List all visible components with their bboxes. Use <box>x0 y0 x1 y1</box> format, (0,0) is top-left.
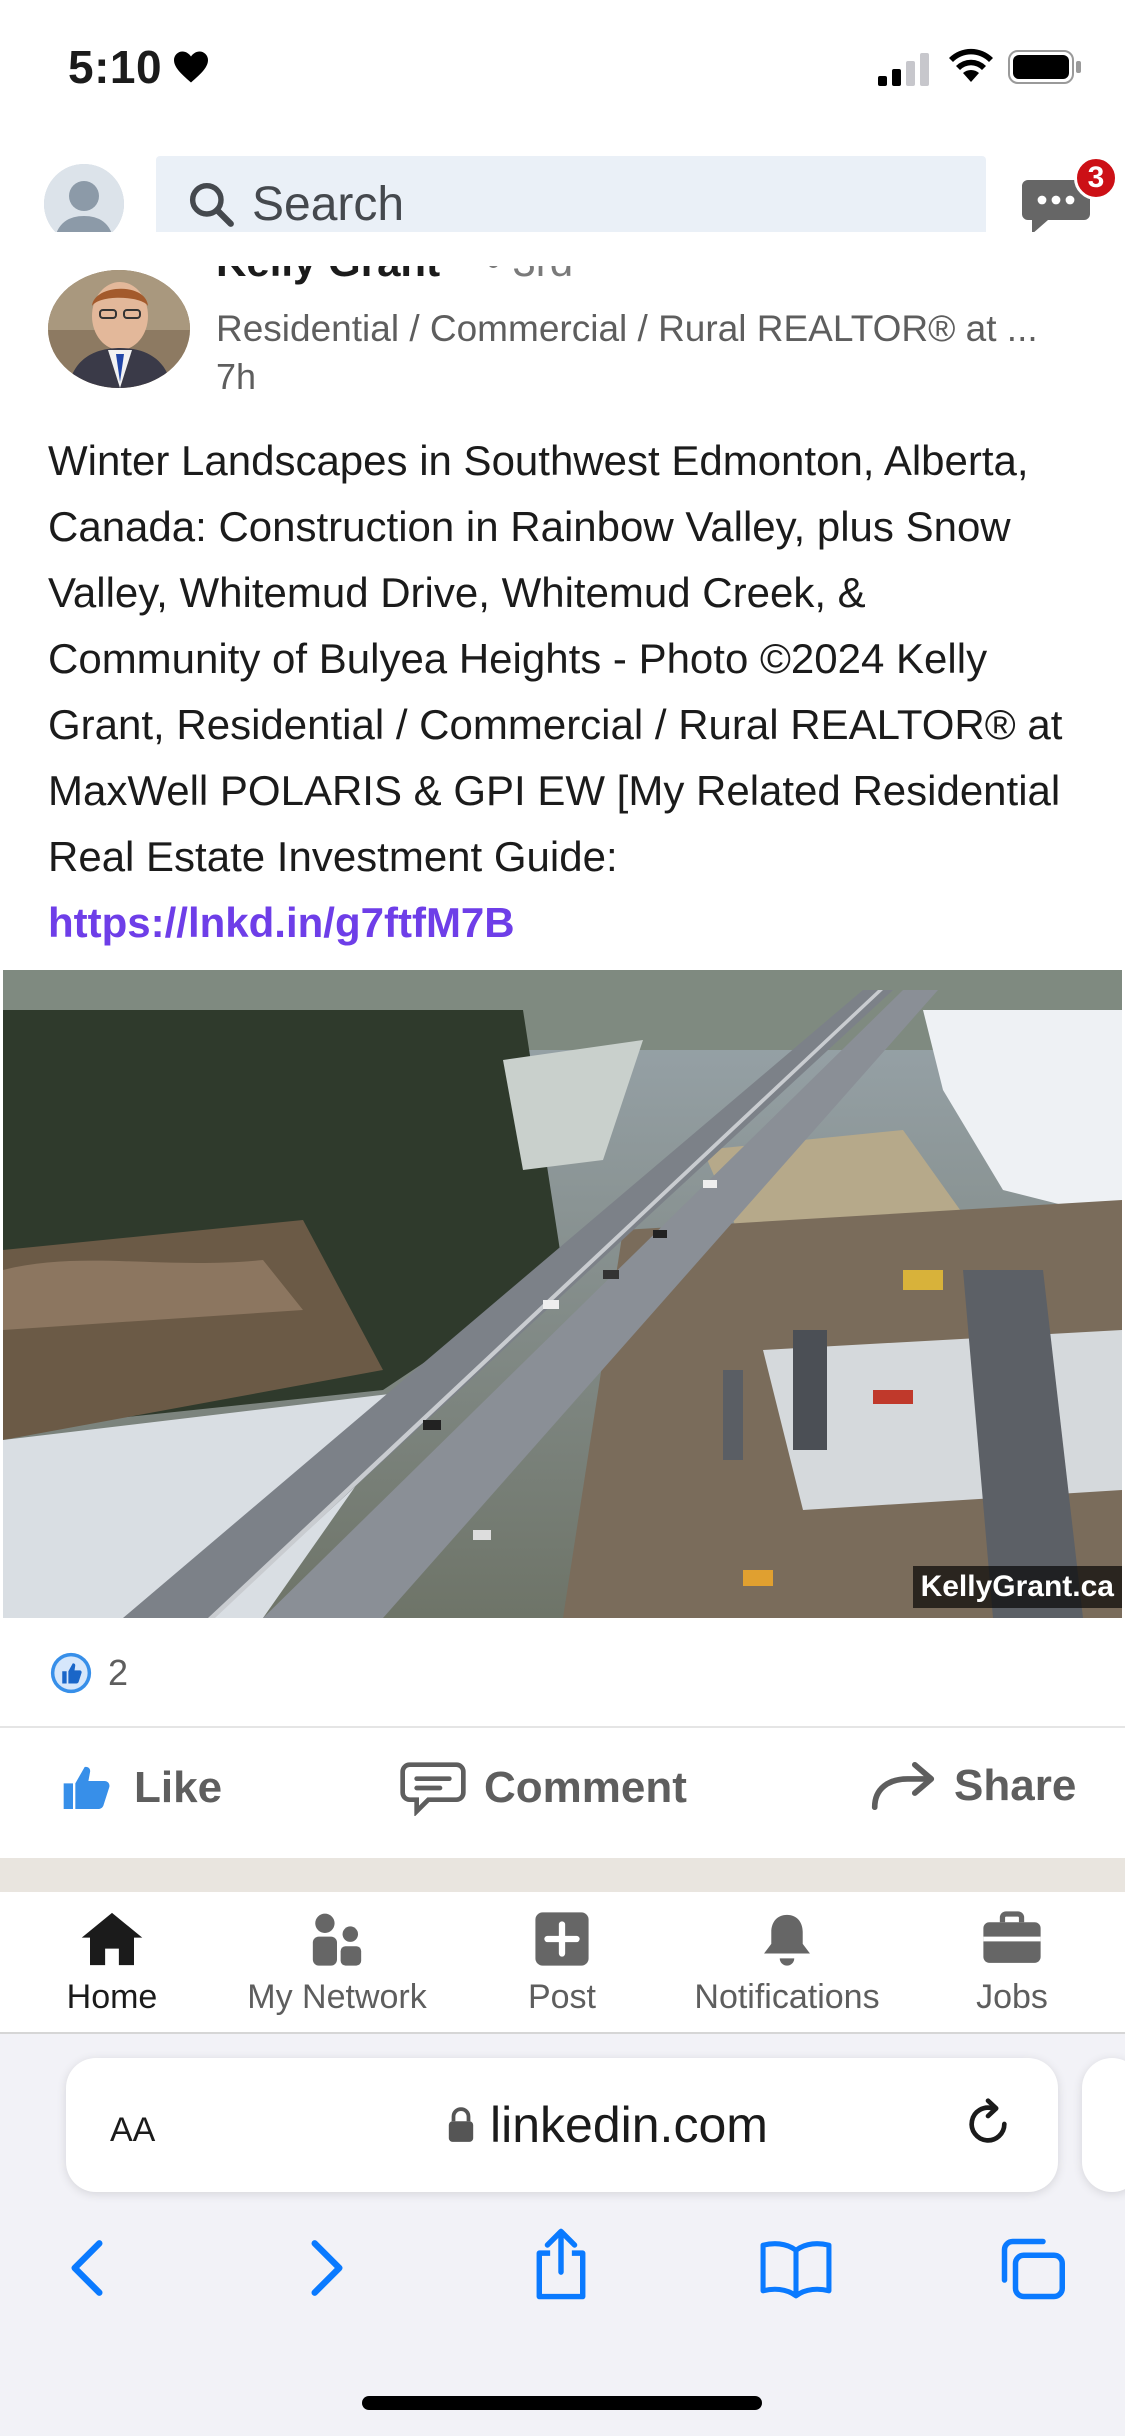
status-time: 5:10 <box>68 40 210 94</box>
reader-settings-button[interactable]: AA <box>110 2098 155 2152</box>
like-reaction-icon <box>50 1652 92 1694</box>
nav-label: My Network <box>247 1978 427 2016</box>
back-icon[interactable] <box>62 2236 112 2300</box>
reaction-count: 2 <box>108 1652 129 1693</box>
nav-jobs[interactable]: Jobs <box>912 1910 1112 2017</box>
reactions-summary[interactable]: 2 <box>50 1648 128 1698</box>
cellular-signal-icon <box>878 53 929 86</box>
briefcase-icon <box>983 1911 1041 1963</box>
messages-badge: 3 <box>1074 156 1118 200</box>
author-headline: Residential / Commercial / Rural REALTOR… <box>216 308 1038 349</box>
share-label: Share <box>954 1761 1077 1810</box>
forward-icon[interactable] <box>302 2236 352 2300</box>
divider <box>0 1726 1125 1728</box>
post-body: Winter Landscapes in Southwest Edmonton,… <box>48 428 1078 956</box>
bookmarks-icon[interactable] <box>758 2236 834 2300</box>
like-label: Like <box>134 1763 223 1812</box>
post-icon <box>535 1912 589 1966</box>
nav-label: Notifications <box>694 1978 880 2016</box>
next-tab-preview[interactable] <box>1082 2058 1125 2192</box>
nav-home[interactable]: Home <box>12 1910 212 2017</box>
heart-icon <box>174 51 209 83</box>
share-arrow-icon <box>871 1761 935 1811</box>
search-icon <box>189 182 234 227</box>
wifi-icon <box>949 48 993 82</box>
tabs-icon[interactable] <box>996 2236 1068 2302</box>
post-timestamp: 7h <box>216 356 257 397</box>
share-icon[interactable] <box>528 2226 594 2302</box>
battery-icon <box>1008 50 1081 84</box>
home-icon <box>81 1912 143 1966</box>
nav-post[interactable]: Post <box>462 1910 662 2017</box>
lock-icon <box>448 2107 474 2142</box>
post-link[interactable]: https://lnkd.in/g7ftfM7B <box>48 899 515 946</box>
thumbs-up-icon <box>63 1766 110 1809</box>
nav-label: Home <box>66 1978 158 2016</box>
post-text: Winter Landscapes in Southwest Edmonton,… <box>48 437 1063 880</box>
nav-notifications[interactable]: Notifications <box>687 1910 887 2017</box>
network-icon <box>312 1913 362 1966</box>
nav-label: Jobs <box>976 1978 1048 2016</box>
post-image[interactable]: KellyGrant.ca <box>3 970 1122 1618</box>
like-button[interactable]: Like <box>58 1760 222 1816</box>
image-watermark: KellyGrant.ca <box>912 1566 1122 1608</box>
feed-separator <box>0 1858 1125 1892</box>
url-display[interactable]: linkedin.com <box>446 2096 768 2154</box>
aerial-bridge-photo <box>3 970 1122 1618</box>
reload-icon[interactable] <box>960 2096 1016 2152</box>
share-button[interactable]: Share <box>870 1760 1076 1812</box>
url-host: linkedin.com <box>490 2097 768 2153</box>
nav-my-network[interactable]: My Network <box>237 1910 437 2017</box>
comment-label: Comment <box>484 1763 687 1812</box>
home-indicator <box>362 2396 762 2410</box>
author-portrait-image <box>48 270 190 388</box>
nav-label: Post <box>527 1978 597 2016</box>
comment-button[interactable]: Comment <box>400 1760 687 1816</box>
status-bar: 5:10 <box>0 0 1125 140</box>
search-placeholder: Search <box>252 177 405 231</box>
comment-icon <box>400 1762 466 1816</box>
author-photo[interactable] <box>48 270 190 388</box>
bell-icon <box>764 1914 810 1966</box>
